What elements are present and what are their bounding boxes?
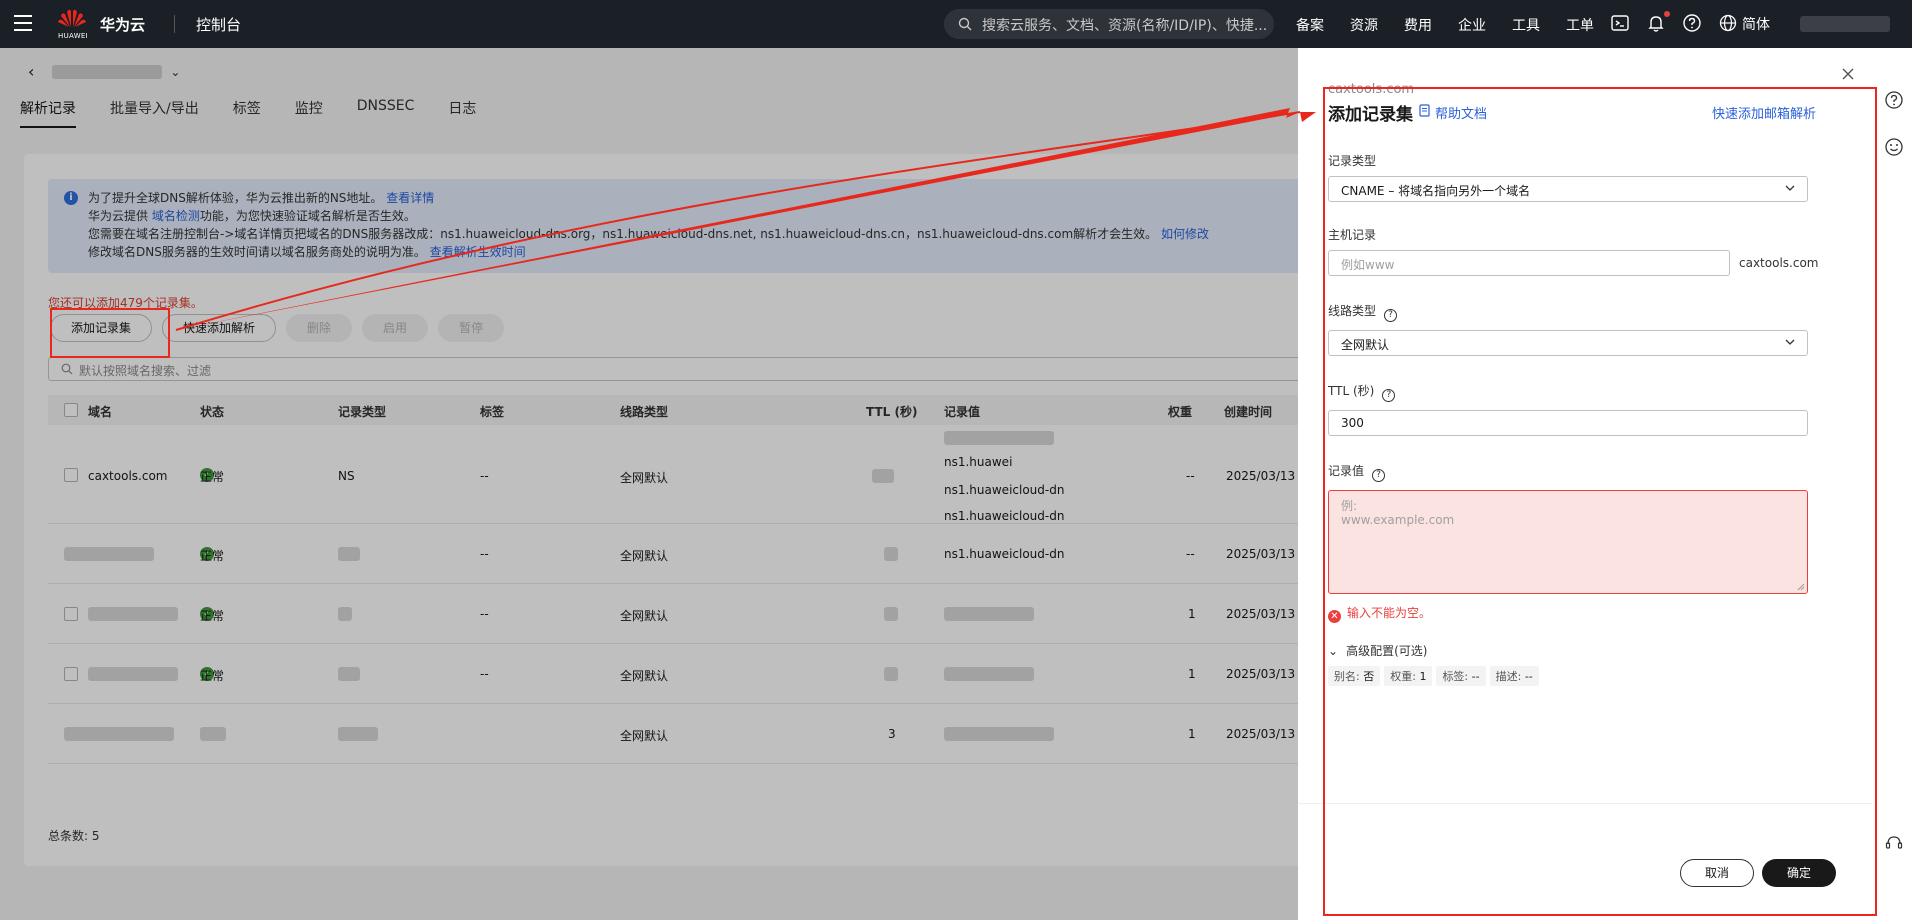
ttl-label: TTL (秒)?: [1328, 382, 1396, 402]
chip-value: 1: [1419, 670, 1427, 683]
logo-text: HUAWEI: [58, 32, 89, 40]
advanced-config-label: 高级配置(可选): [1346, 644, 1428, 658]
language-switch[interactable]: 简体: [1742, 14, 1770, 34]
chip-key: 描述:: [1495, 670, 1522, 683]
ttl-label-text: TTL (秒): [1328, 384, 1375, 398]
line-type-select[interactable]: 全网默认: [1328, 330, 1808, 356]
chip-key: 标签:: [1442, 670, 1469, 683]
hamburger-menu-icon[interactable]: [14, 15, 32, 31]
document-icon: [1419, 104, 1430, 117]
quick-add-mail-link[interactable]: 快速添加邮箱解析: [1712, 103, 1816, 122]
question-mark-icon[interactable]: ?: [1372, 469, 1386, 482]
close-icon[interactable]: [1840, 66, 1856, 82]
nav-link-beian[interactable]: 备案: [1296, 15, 1324, 35]
validation-error: ✕ 输入不能为空。: [1328, 604, 1431, 623]
search-placeholder: 搜索云服务、文档、资源(名称/ID/IP)、快捷...: [982, 18, 1268, 34]
chip-value: --: [1524, 670, 1533, 683]
question-mark-icon[interactable]: ?: [1384, 309, 1398, 322]
huawei-logo[interactable]: HUAWEI: [58, 8, 89, 40]
line-type-value: 全网默认: [1341, 338, 1390, 352]
chip-key: 别名:: [1334, 670, 1360, 683]
top-nav-links: 备案 资源 费用 企业 工具 工单: [1296, 15, 1620, 35]
search-icon: [958, 17, 972, 31]
record-type-select[interactable]: CNAME – 将域名指向另外一个域名: [1328, 176, 1808, 202]
help-icon[interactable]: [1682, 13, 1702, 33]
globe-icon[interactable]: [1718, 13, 1738, 33]
nav-link-resources[interactable]: 资源: [1350, 15, 1378, 35]
nav-divider: [174, 15, 175, 33]
advanced-config-toggle[interactable]: ⌄ 高级配置(可选): [1328, 642, 1427, 659]
resize-handle-icon[interactable]: [1797, 583, 1805, 591]
chip-alias: 别名: 否: [1328, 666, 1381, 686]
host-record-label: 主机记录: [1328, 228, 1377, 242]
validation-error-text: 输入不能为空。: [1347, 606, 1432, 620]
right-floating-rail: [1888, 48, 1912, 920]
line-type-label-text: 线路类型: [1328, 304, 1377, 318]
top-navigation: HUAWEI 华为云 控制台 搜索云服务、文档、资源(名称/ID/IP)、快捷.…: [0, 0, 1912, 48]
user-account-menu[interactable]: [1800, 16, 1890, 32]
record-type-label: 记录类型: [1328, 154, 1377, 168]
host-record-suffix: caxtools.com: [1739, 256, 1819, 270]
chevron-down-icon: [1785, 339, 1795, 345]
notification-bell-icon[interactable]: [1646, 13, 1666, 33]
chip-description: 描述: --: [1489, 666, 1539, 686]
host-record-placeholder: 例如www: [1341, 258, 1395, 272]
chip-key: 权重:: [1390, 670, 1416, 683]
notification-badge: [1664, 11, 1670, 17]
drawer-footer-divider: [1298, 803, 1872, 804]
modal-overlay[interactable]: [0, 48, 1298, 920]
line-type-label: 线路类型?: [1328, 302, 1398, 322]
nav-link-tickets[interactable]: 工单: [1566, 15, 1594, 35]
host-record-input[interactable]: 例如www: [1328, 250, 1730, 276]
chip-value: 否: [1363, 670, 1375, 683]
record-value-placeholder-1: 例:: [1341, 499, 1358, 513]
global-search-input[interactable]: 搜索云服务、文档、资源(名称/ID/IP)、快捷...: [944, 9, 1274, 39]
help-icon[interactable]: [1884, 90, 1904, 110]
customer-service-headset-icon[interactable]: [1884, 833, 1904, 853]
chip-weight: 权重: 1: [1384, 666, 1433, 686]
console-link[interactable]: 控制台: [196, 14, 241, 35]
chevron-down-icon: [1785, 185, 1795, 191]
drawer-title: 添加记录集: [1328, 105, 1413, 125]
cancel-button[interactable]: 取消: [1680, 859, 1754, 887]
record-value-label: 记录值?: [1328, 462, 1386, 482]
nav-link-tools[interactable]: 工具: [1512, 15, 1540, 35]
help-doc-link[interactable]: 帮助文档: [1435, 103, 1487, 122]
chevron-down-icon: ⌄: [1328, 644, 1339, 658]
ttl-value: 300: [1341, 416, 1364, 430]
confirm-button[interactable]: 确定: [1762, 859, 1836, 887]
record-value-textarea[interactable]: 例: www.example.com: [1328, 490, 1808, 594]
record-type-value: CNAME – 将域名指向另外一个域名: [1341, 184, 1531, 198]
chip-value: --: [1471, 670, 1480, 683]
huawei-flower-icon: [58, 9, 86, 27]
nav-link-enterprise[interactable]: 企业: [1458, 15, 1486, 35]
nav-link-billing[interactable]: 费用: [1404, 15, 1432, 35]
question-mark-icon[interactable]: ?: [1382, 389, 1396, 402]
ttl-input[interactable]: 300: [1328, 410, 1808, 436]
error-icon: ✕: [1328, 610, 1341, 623]
feedback-smiley-icon[interactable]: [1884, 137, 1904, 157]
record-value-label-text: 记录值: [1328, 464, 1365, 478]
cloud-shell-icon[interactable]: [1610, 13, 1630, 33]
chip-tags: 标签: --: [1436, 666, 1486, 686]
brand-name[interactable]: 华为云: [100, 14, 145, 35]
drawer-domain: caxtools.com: [1328, 82, 1415, 97]
record-value-placeholder-2: www.example.com: [1341, 513, 1455, 527]
advanced-config-summary: 别名: 否 权重: 1 标签: -- 描述: --: [1328, 666, 1539, 686]
